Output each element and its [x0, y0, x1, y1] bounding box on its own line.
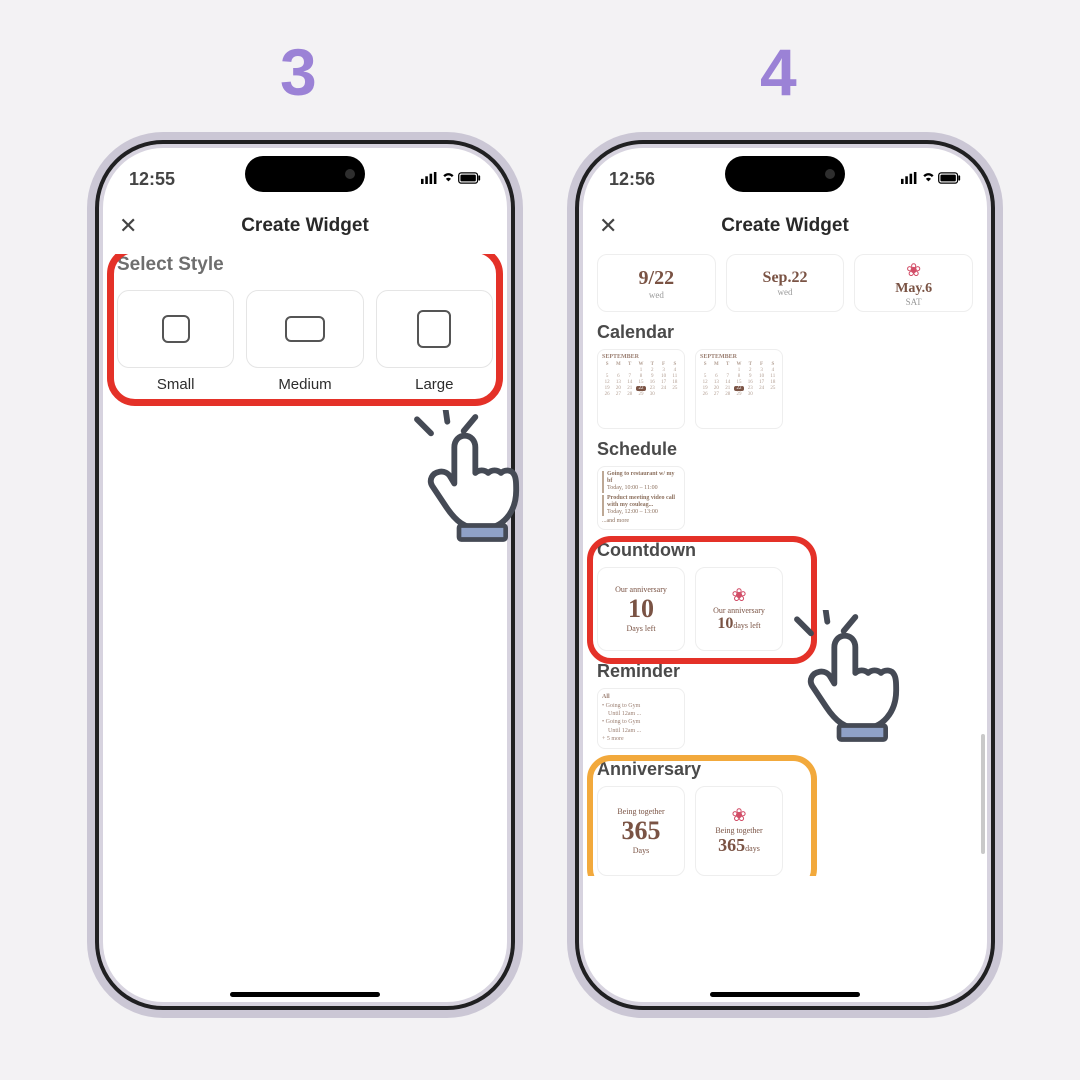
reminder-item: Until 12am ... — [602, 727, 680, 735]
select-style-label: Select Style — [117, 254, 493, 276]
step-number-4: 4 — [760, 34, 797, 110]
date-card-3-sub: SAT — [906, 297, 922, 307]
style-large-label: Large — [376, 376, 493, 393]
status-indicators — [421, 169, 481, 190]
style-large-card[interactable] — [376, 290, 493, 368]
status-indicators — [901, 169, 961, 190]
date-card-1[interactable]: 9/22 wed — [597, 254, 716, 312]
category-countdown: Countdown — [597, 540, 973, 561]
category-schedule: Schedule — [597, 439, 973, 460]
anniversary-card-2[interactable]: ❀ Being together 365days — [695, 786, 783, 876]
category-anniversary: Anniversary — [597, 759, 973, 780]
date-card-2-sub: wed — [778, 287, 793, 297]
status-bar: 12:55 — [99, 164, 511, 194]
screen3-body: Select Style Small Medium Large — [99, 254, 511, 976]
schedule-card[interactable]: Going to restaurant w/ my bfToday, 10:00… — [597, 466, 685, 530]
status-time: 12:56 — [609, 169, 655, 190]
calendar-grid: SMTWTFS123456789101112131415161718192021… — [602, 362, 680, 397]
reminder-more: + 5 more — [602, 735, 680, 743]
date-card-1-value: 9/22 — [639, 267, 675, 290]
calendar-card-1[interactable]: SEPTEMBER SMTWTFS12345678910111213141516… — [597, 349, 685, 429]
reminder-item: Going to Gym — [602, 718, 680, 726]
calendar-card-2[interactable]: SEPTEMBER SMTWTFS12345678910111213141516… — [695, 349, 783, 429]
countdown-label: Our anniversary — [615, 585, 667, 594]
countdown-card-2[interactable]: ❀ Our anniversary 10days left — [695, 567, 783, 651]
badge-icon: ❀ — [731, 585, 746, 606]
date-card-1-sub: wed — [649, 290, 664, 300]
status-bar: 12:56 — [579, 164, 991, 194]
date-card-2[interactable]: Sep.22 wed — [726, 254, 845, 312]
status-time: 12:55 — [129, 169, 175, 190]
schedule-item-time: Today, 12:00 – 13:00 — [607, 509, 658, 515]
badge-icon: ❀ — [906, 260, 921, 281]
reminder-item: Until 12am ... — [602, 710, 680, 718]
close-icon[interactable]: ✕ — [119, 213, 137, 239]
screen4-body: 9/22 wed Sep.22 wed ❀ May.6 SAT Calendar… — [579, 254, 991, 876]
style-medium-label: Medium — [246, 376, 363, 393]
scrollbar[interactable] — [981, 734, 985, 854]
category-reminder: Reminder — [597, 661, 973, 682]
countdown-unit: days left — [733, 621, 760, 630]
schedule-item-title: Product meeting video call with my coule… — [607, 495, 675, 508]
countdown-card-1[interactable]: Our anniversary 10 Days left — [597, 567, 685, 651]
reminder-card[interactable]: All Going to Gym Until 12am ... Going to… — [597, 688, 685, 748]
anniversary-unit: days — [745, 844, 760, 853]
calendar-month: SEPTEMBER — [700, 354, 778, 360]
schedule-item-title: Going to restaurant w/ my bf — [607, 471, 675, 484]
style-medium-card[interactable] — [246, 290, 363, 368]
phone-step-3: 12:55 ✕ Create Widget Select Style Small… — [95, 140, 515, 1010]
reminder-item: Going to Gym — [602, 702, 680, 710]
date-card-2-value: Sep.22 — [763, 269, 808, 287]
nav-bar: ✕ Create Widget — [99, 206, 511, 246]
close-icon[interactable]: ✕ — [599, 213, 617, 239]
page-title: Create Widget — [241, 215, 369, 237]
anniversary-value: 365 — [622, 816, 661, 846]
countdown-value: 10 — [628, 594, 654, 624]
date-card-3[interactable]: ❀ May.6 SAT — [854, 254, 973, 312]
page-title: Create Widget — [721, 215, 849, 237]
countdown-unit: Days left — [626, 624, 655, 633]
style-small-label: Small — [117, 376, 234, 393]
anniversary-unit: Days — [633, 846, 649, 855]
nav-bar: ✕ Create Widget — [579, 206, 991, 246]
anniversary-card-1[interactable]: Being together 365 Days — [597, 786, 685, 876]
anniversary-label: Being together — [617, 807, 664, 816]
date-card-3-value: May.6 — [895, 281, 932, 297]
reminder-header: All — [602, 694, 610, 700]
phone-step-4: 12:56 ✕ Create Widget 9/22 wed Sep.22 we… — [575, 140, 995, 1010]
step-number-3: 3 — [280, 34, 317, 110]
calendar-grid: SMTWTFS123456789101112131415161718192021… — [700, 362, 778, 397]
home-indicator[interactable] — [710, 992, 860, 997]
badge-icon: ❀ — [731, 805, 746, 826]
schedule-more: ...and more — [602, 518, 680, 525]
style-small-card[interactable] — [117, 290, 234, 368]
calendar-month: SEPTEMBER — [602, 354, 680, 360]
countdown-value: 10 — [717, 615, 733, 632]
category-calendar: Calendar — [597, 322, 973, 343]
countdown-label: Our anniversary — [713, 606, 765, 615]
anniversary-value: 365 — [718, 835, 745, 855]
schedule-item-time: Today, 10:00 – 11:00 — [607, 485, 658, 491]
anniversary-label: Being together — [715, 826, 762, 835]
home-indicator[interactable] — [230, 992, 380, 997]
